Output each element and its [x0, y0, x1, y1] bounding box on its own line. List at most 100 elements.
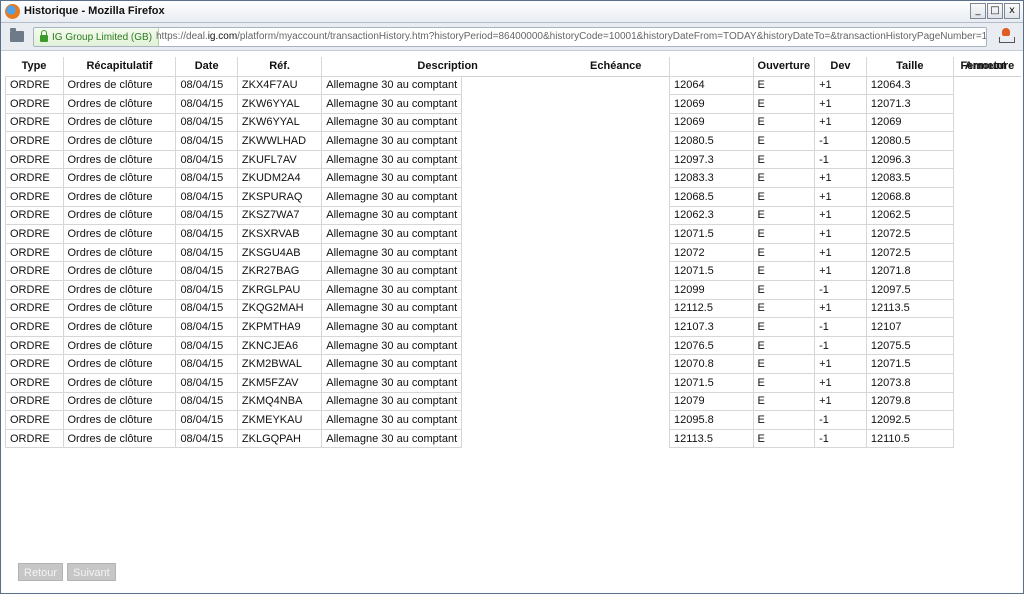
- cell-fermeture: 12110.5: [865, 428, 954, 449]
- column-header-ref[interactable]: Réf.: [236, 57, 322, 76]
- cell-recapitulatif: Ordres de clôture: [62, 131, 177, 151]
- cell-date: 08/04/15: [175, 298, 238, 319]
- cell-ref: ZKSGU4AB: [236, 242, 323, 263]
- cell-type: ORDRE: [5, 373, 64, 393]
- table-row[interactable]: ORDRE Ordres de clôture 08/04/15 ZKUDM2A4 Al…: [5, 168, 1022, 189]
- cell-recapitulatif: Ordres de clôture: [62, 280, 177, 300]
- table-row[interactable]: ORDRE Ordres de clôture 08/04/15 ZKQG2MAH Al…: [5, 298, 1022, 319]
- table-row[interactable]: ORDRE Ordres de clôture 08/04/15 ZKW6YYAL Al…: [5, 112, 1022, 133]
- cell-taille: +1: [814, 187, 867, 207]
- table-row[interactable]: ORDRE Ordres de clôture 08/04/15 ZKR27BAG Al…: [5, 261, 1022, 282]
- cell-ouverture: 12083.3: [669, 168, 754, 189]
- cell-type: ORDRE: [5, 205, 64, 226]
- cell-dev: E: [752, 335, 816, 356]
- column-header-date[interactable]: Date: [175, 57, 238, 76]
- cell-date: 08/04/15: [175, 168, 238, 189]
- cell-type: ORDRE: [5, 187, 64, 207]
- table-row[interactable]: ORDRE Ordres de clôture 08/04/15 ZKWWLHAD Al…: [5, 131, 1022, 151]
- folder-icon[interactable]: [10, 28, 24, 42]
- table-row[interactable]: ORDRE Ordres de clôture 08/04/15 ZKSZ7WA7 Al…: [5, 205, 1022, 226]
- table-row[interactable]: ORDRE Ordres de clôture 08/04/15 ZKMEYKAU Al…: [5, 410, 1022, 430]
- table-row[interactable]: ORDRE Ordres de clôture 08/04/15 ZKSXRVAB Al…: [5, 224, 1022, 244]
- site-identity[interactable]: IG Group Limited (GB): [34, 28, 160, 46]
- cell-dev: E: [752, 280, 816, 300]
- cell-echeance: [462, 113, 670, 132]
- cell-echeance: [462, 188, 670, 207]
- cell-dev: E: [752, 354, 816, 374]
- column-header-type[interactable]: Type: [6, 57, 64, 76]
- cell-type: ORDRE: [5, 317, 64, 337]
- cell-date: 08/04/15: [175, 187, 238, 207]
- cell-ref: ZKSPURAQ: [236, 187, 323, 207]
- url-text[interactable]: https://deal.ig.com/platform/myaccount/t…: [156, 31, 986, 42]
- cell-description: Allemagne 30 au comptant: [321, 428, 463, 449]
- cell-ouverture: 12072: [669, 242, 754, 263]
- cell-dev: E: [752, 428, 816, 449]
- cell-dev: E: [752, 75, 816, 96]
- cell-echeance: [462, 243, 670, 262]
- back-button[interactable]: Retour: [18, 563, 64, 581]
- cell-dev: E: [752, 112, 816, 133]
- maximize-button[interactable]: □: [987, 3, 1003, 19]
- table-row[interactable]: ORDRE Ordres de clôture 08/04/15 ZKPMTHA9 Al…: [5, 317, 1022, 337]
- table-row[interactable]: ORDRE Ordres de clôture 08/04/15 ZKSPURAQ Al…: [5, 187, 1022, 207]
- cell-type: ORDRE: [5, 410, 64, 430]
- table-row[interactable]: ORDRE Ordres de clôture 08/04/15 ZKRGLPAU Al…: [5, 280, 1022, 300]
- minimize-button[interactable]: _: [970, 3, 986, 19]
- cell-fermeture: 12079.8: [865, 391, 954, 412]
- transaction-history-table: Type Récapitulatif Date Réf. Description…: [5, 57, 1022, 449]
- cell-recapitulatif: Ordres de clôture: [62, 335, 177, 356]
- lock-icon: [40, 30, 48, 42]
- cell-description: Allemagne 30 au comptant: [321, 131, 463, 151]
- cell-ouverture: 12079: [669, 391, 754, 412]
- column-header-amount[interactable]: Amount: [953, 57, 1017, 76]
- addon-icon[interactable]: [999, 28, 1015, 44]
- cell-ref: ZKM2BWAL: [236, 354, 323, 374]
- cell-echeance: [462, 299, 670, 318]
- cell-taille: +1: [814, 373, 867, 393]
- cell-echeance: [462, 262, 670, 281]
- column-header-recapitulatif[interactable]: Récapitulatif: [62, 57, 176, 76]
- cell-recapitulatif: Ordres de clôture: [62, 94, 177, 114]
- column-header-dev[interactable]: Dev: [814, 57, 867, 76]
- cell-ouverture: 12070.8: [669, 354, 754, 374]
- table-row[interactable]: ORDRE Ordres de clôture 08/04/15 ZKSGU4AB Al…: [5, 242, 1022, 263]
- cell-taille: +1: [814, 94, 867, 114]
- cell-taille: +1: [814, 242, 867, 263]
- cell-ouverture: 12071.5: [669, 224, 754, 244]
- cell-type: ORDRE: [5, 149, 64, 170]
- next-button[interactable]: Suivant: [67, 563, 116, 581]
- table-row[interactable]: ORDRE Ordres de clôture 08/04/15 ZKUFL7AV Al…: [5, 149, 1022, 170]
- cell-description: Allemagne 30 au comptant: [321, 410, 463, 430]
- cell-ref: ZKPMTHA9: [236, 317, 323, 337]
- cell-echeance: [462, 150, 670, 169]
- cell-description: Allemagne 30 au comptant: [321, 317, 463, 337]
- cell-ref: ZKSXRVAB: [236, 224, 323, 244]
- cell-type: ORDRE: [5, 112, 64, 133]
- cell-ref: ZKRGLPAU: [236, 280, 323, 300]
- cell-dev: E: [752, 410, 816, 430]
- table-row[interactable]: ORDRE Ordres de clôture 08/04/15 ZKM2BWAL Al…: [5, 354, 1022, 374]
- cell-recapitulatif: Ordres de clôture: [62, 298, 177, 319]
- cell-ref: ZKW6YYAL: [236, 112, 323, 133]
- cell-type: ORDRE: [5, 354, 64, 374]
- table-row[interactable]: ORDRE Ordres de clôture 08/04/15 ZKNCJEA6 Al…: [5, 335, 1022, 356]
- column-header-echeance[interactable]: Echéance: [589, 57, 674, 76]
- column-header-taille[interactable]: Taille: [865, 57, 954, 76]
- cell-recapitulatif: Ordres de clôture: [62, 168, 177, 189]
- column-header-ouverture[interactable]: Ouverture: [752, 57, 815, 76]
- cell-recapitulatif: Ordres de clôture: [62, 317, 177, 337]
- table-row[interactable]: ORDRE Ordres de clôture 08/04/15 ZKLGQPAH Al…: [5, 428, 1022, 449]
- cell-ouverture: 12062.3: [669, 205, 754, 226]
- table-row[interactable]: ORDRE Ordres de clôture 08/04/15 ZKX4F7AU Al…: [5, 75, 1022, 96]
- cell-dev: E: [752, 149, 816, 170]
- cell-ouverture: 12071.5: [669, 373, 754, 393]
- table-row[interactable]: ORDRE Ordres de clôture 08/04/15 ZKMQ4NBA Al…: [5, 391, 1022, 412]
- table-row[interactable]: ORDRE Ordres de clôture 08/04/15 ZKM5FZAV Al…: [5, 373, 1022, 393]
- table-row[interactable]: ORDRE Ordres de clôture 08/04/15 ZKW6YYAL Al…: [5, 94, 1022, 114]
- url-field[interactable]: IG Group Limited (GB) https://deal.ig.co…: [33, 27, 987, 47]
- cell-ouverture: 12107.3: [669, 317, 754, 337]
- cell-taille: -1: [814, 335, 867, 356]
- cell-taille: +1: [814, 298, 867, 319]
- close-button[interactable]: x: [1004, 3, 1020, 19]
